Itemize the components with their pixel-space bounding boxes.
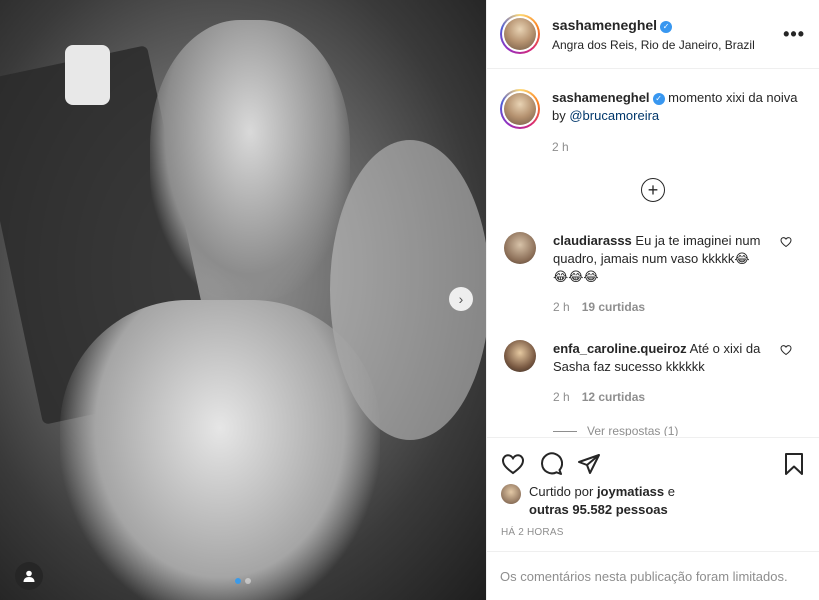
comment-username[interactable]: claudiarasss	[553, 233, 632, 248]
comment-item: enfa_caroline.queiroz Até o xixi da Sash…	[500, 340, 806, 406]
paper-plane-icon	[578, 453, 600, 474]
carousel-dot-active	[235, 578, 241, 584]
comment-like-heart-icon[interactable]	[780, 236, 792, 248]
verified-badge-icon: ✓	[660, 20, 673, 33]
likes-others-link[interactable]: outras 95.582 pessoas	[529, 502, 668, 517]
share-button[interactable]	[577, 452, 601, 476]
carousel-next-button[interactable]: ›	[449, 287, 473, 311]
comment-likes[interactable]: 19 curtidas	[582, 298, 645, 316]
save-button[interactable]	[782, 452, 806, 476]
comment-time[interactable]: 2 h	[553, 388, 570, 406]
load-more-comments-button[interactable]: +	[641, 178, 665, 202]
see-replies-label: Ver respostas (1)	[587, 424, 679, 436]
post-photo[interactable]: ›	[0, 0, 486, 600]
comment-avatar[interactable]	[504, 232, 536, 264]
photo-toilet-paper	[65, 45, 110, 105]
verified-badge-icon: ✓	[652, 93, 665, 105]
like-button[interactable]	[501, 452, 525, 476]
post-actions-bar	[487, 437, 819, 489]
caption-author-avatar[interactable]	[500, 89, 540, 129]
chevron-right-icon: ›	[458, 291, 464, 307]
comments-section: sashameneghel ✓ momento xixi da noiva by …	[487, 70, 819, 436]
comment-likes[interactable]: 12 curtidas	[582, 388, 645, 406]
post-header: sashameneghel ✓ Angra dos Reis, Rio de Ja…	[487, 0, 819, 69]
post-side-panel: sashameneghel ✓ Angra dos Reis, Rio de Ja…	[486, 0, 819, 600]
comment-like-heart-icon[interactable]	[780, 344, 792, 356]
post-timestamp[interactable]: HÁ 2 HORAS	[501, 527, 564, 538]
comment-icon	[541, 451, 563, 475]
likes-summary: Curtido por joymatiass e outras 95.582 p…	[501, 483, 811, 519]
comment-username[interactable]: enfa_caroline.queiroz	[553, 341, 687, 356]
user-tag-button[interactable]	[15, 562, 43, 590]
comments-limited-notice: Os comentários nesta publicação foram li…	[487, 551, 819, 600]
comment-avatar[interactable]	[504, 340, 536, 372]
user-tag-icon	[23, 570, 35, 582]
plus-icon: +	[647, 180, 659, 200]
likes-middle: e	[667, 484, 675, 499]
heart-icon	[501, 453, 525, 474]
post-caption: sashameneghel ✓ momento xixi da noiva by …	[500, 70, 806, 156]
see-replies-button[interactable]: Ver respostas (1)	[553, 424, 806, 436]
liker-username[interactable]: joymatiass	[597, 484, 664, 499]
liker-avatar[interactable]	[501, 484, 521, 504]
comment-button[interactable]	[539, 451, 563, 476]
photo-subject-dress	[60, 300, 380, 600]
caption-mention-link[interactable]: @brucamoreira	[569, 108, 659, 123]
author-avatar[interactable]	[500, 14, 540, 54]
caption-time[interactable]: 2 h	[552, 138, 806, 156]
post-location[interactable]: Angra dos Reis, Rio de Janeiro, Brazil	[552, 38, 783, 52]
carousel-dot	[245, 578, 251, 584]
caption-username[interactable]: sashameneghel	[552, 90, 650, 105]
photo-subject-face	[150, 20, 350, 300]
author-username[interactable]: sashameneghel	[552, 17, 657, 33]
load-more-comments: +	[500, 178, 806, 202]
bookmark-icon	[785, 452, 803, 475]
comment-item: claudiarasss Eu ja te imaginei num quadr…	[500, 232, 806, 316]
more-options-icon[interactable]: •••	[783, 24, 805, 45]
carousel-indicator	[235, 578, 251, 584]
comment-time[interactable]: 2 h	[553, 298, 570, 316]
likes-prefix: Curtido por	[529, 484, 594, 499]
replies-divider	[553, 430, 577, 432]
